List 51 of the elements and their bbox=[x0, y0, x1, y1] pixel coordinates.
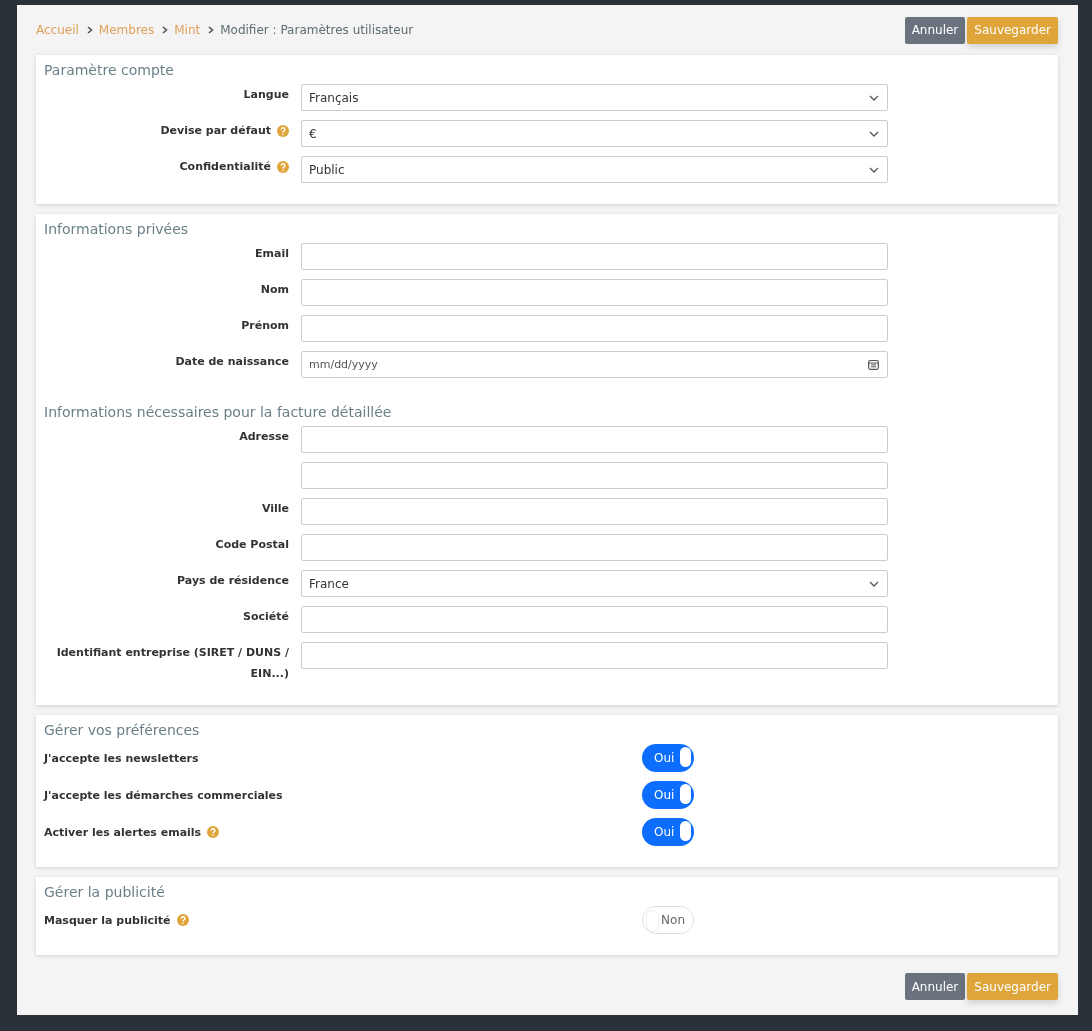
field-label: Email bbox=[255, 246, 289, 262]
field-label: Date de naissance bbox=[175, 354, 289, 370]
field-label: Adresse bbox=[239, 429, 289, 445]
select-field[interactable]: Français bbox=[301, 84, 888, 111]
cancel-button[interactable]: Annuler bbox=[904, 16, 966, 44]
input-field[interactable] bbox=[301, 606, 888, 633]
calendar-icon bbox=[868, 359, 879, 370]
field-label: Langue bbox=[243, 87, 289, 103]
field-label: Prénom bbox=[241, 318, 289, 334]
chevron-right-icon bbox=[208, 26, 215, 34]
chevron-right-icon bbox=[86, 26, 93, 34]
select-field[interactable]: € bbox=[301, 120, 888, 147]
toggle-switch[interactable]: Oui bbox=[642, 818, 694, 846]
section-title: Paramètre compte bbox=[44, 62, 175, 78]
input-field[interactable] bbox=[301, 534, 888, 561]
input-field[interactable] bbox=[301, 426, 888, 453]
chevron-down-icon bbox=[869, 166, 879, 173]
section-title: Gérer la publicité bbox=[44, 884, 166, 900]
field-label: Masquer la publicité bbox=[44, 913, 171, 927]
chevron-down-icon bbox=[869, 94, 879, 101]
chevron-down-icon bbox=[869, 580, 879, 587]
cancel-button[interactable]: Annuler bbox=[904, 973, 966, 1000]
select-field[interactable]: Public bbox=[301, 156, 888, 183]
input-field[interactable] bbox=[301, 315, 888, 342]
section-title: Gérer vos préférences bbox=[44, 722, 201, 738]
toggle-switch[interactable]: Non bbox=[642, 906, 694, 934]
date-field[interactable]: mm/dd/yyyy bbox=[301, 351, 888, 378]
field-label: Société bbox=[243, 609, 289, 625]
field-label: Code Postal bbox=[215, 537, 289, 553]
toggle-switch[interactable]: Oui bbox=[642, 744, 694, 772]
field-label: Nom bbox=[260, 282, 289, 298]
chevron-right-icon bbox=[162, 26, 169, 34]
field-label: Pays de résidence bbox=[177, 573, 289, 589]
chevron-down-icon bbox=[869, 130, 879, 137]
section-title: Informations privées bbox=[44, 221, 190, 237]
input-field[interactable] bbox=[301, 243, 888, 270]
toggle-switch[interactable]: Oui bbox=[642, 781, 694, 809]
field-label: Ville bbox=[261, 501, 289, 517]
section-subtitle: Informations nécessaires pour la facture détaillée bbox=[44, 404, 393, 420]
input-field[interactable] bbox=[301, 642, 888, 669]
input-field[interactable] bbox=[301, 498, 888, 525]
input-field[interactable] bbox=[301, 462, 888, 489]
field-label: Confidentialité bbox=[179, 159, 271, 175]
input-field[interactable] bbox=[301, 279, 888, 306]
select-field[interactable]: France bbox=[301, 570, 888, 597]
field-label: Activer les alertes emails bbox=[44, 825, 202, 839]
field-label: J'accepte les newsletters bbox=[44, 751, 199, 765]
breadcrumb-current: Modifier : Paramètres utilisateur bbox=[220, 23, 414, 37]
field-label: J'accepte les démarches commerciales bbox=[44, 788, 283, 802]
field-label: Devise par défaut bbox=[160, 123, 271, 139]
field-label: Identifiant entreprise (SIRET / DUNS / EIN...) bbox=[55, 645, 289, 682]
